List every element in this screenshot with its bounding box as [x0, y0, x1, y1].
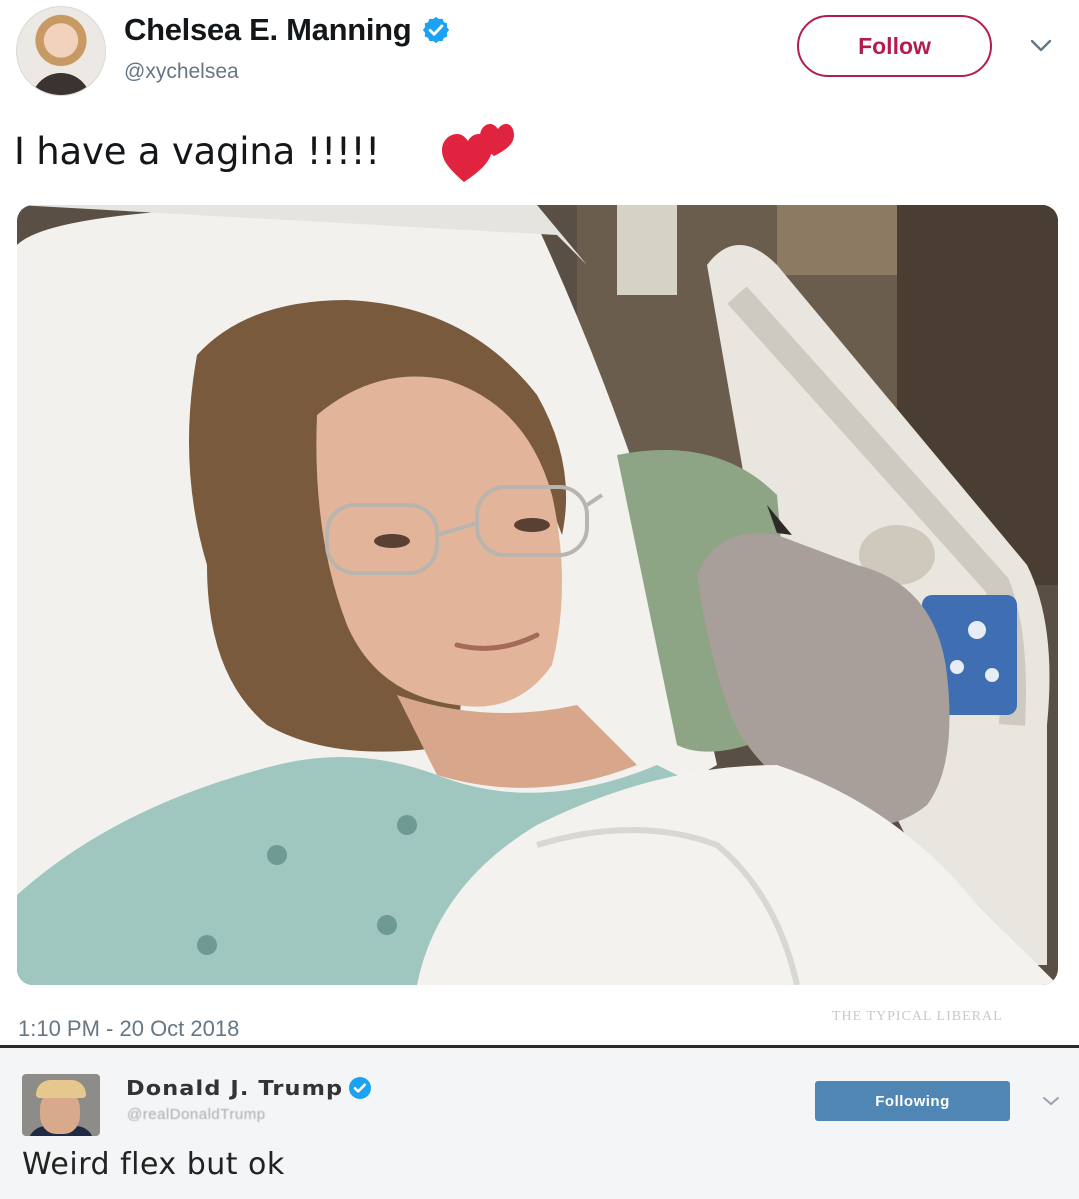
following-button[interactable]: Following [815, 1081, 1010, 1121]
author-name-row: Chelsea E. Manning [124, 12, 451, 48]
author-handle[interactable]: @xychelsea [124, 60, 239, 84]
reply-author-name-row: Donald J. Trump [126, 1076, 372, 1100]
watermark-text: THE TYPICAL LIBERAL [832, 1009, 1003, 1024]
verified-badge-icon [423, 16, 450, 44]
two-hearts-emoji-icon [442, 124, 514, 182]
tweet-card: Chelsea E. Manning @xychelsea Follow I h… [0, 0, 1079, 1045]
reply-text: Weird flex but ok [22, 1147, 285, 1182]
tweet-timestamp[interactable]: 1:10 PM - 20 Oct 2018 [18, 1016, 239, 1042]
follow-button[interactable]: Follow [797, 15, 992, 77]
tweet-text: I have a vagina !!!!! [14, 130, 380, 173]
avatar-shirt [31, 73, 91, 95]
chevron-down-icon[interactable] [1028, 34, 1054, 56]
verified-badge-icon [348, 1077, 371, 1099]
reply-author-avatar[interactable] [22, 1074, 100, 1136]
reply-tweet-card: Donald J. Trump @realDonaldTrump Followi… [0, 1048, 1079, 1199]
author-display-name[interactable]: Chelsea E. Manning [124, 12, 412, 48]
reply-author-display-name[interactable]: Donald J. Trump [126, 1076, 343, 1100]
avatar-hair [36, 1080, 86, 1098]
reply-author-handle[interactable]: @realDonaldTrump [127, 1106, 266, 1123]
author-avatar[interactable] [16, 6, 106, 96]
tweet-media-photo[interactable] [17, 205, 1058, 985]
chevron-down-icon[interactable] [1040, 1094, 1062, 1108]
